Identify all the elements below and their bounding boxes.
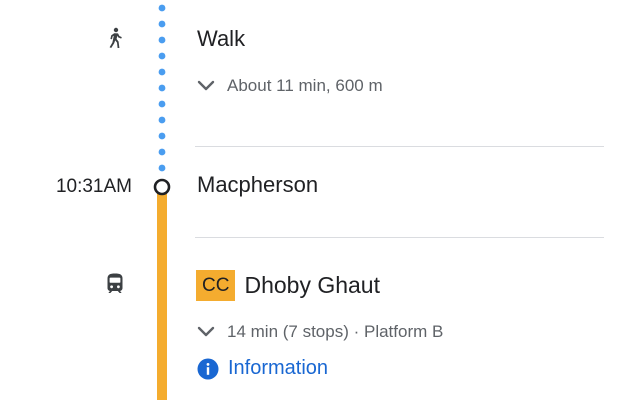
station-name[interactable]: Macpherson xyxy=(197,172,318,198)
divider xyxy=(195,146,604,147)
chevron-down-icon xyxy=(196,78,216,94)
stop-time: 10:31AM xyxy=(55,176,132,197)
stop-marker xyxy=(153,178,171,196)
information-label: Information xyxy=(228,357,329,379)
transit-detail-text: 14 min (7 stops) · Platform B xyxy=(227,322,444,341)
line-badge: CC xyxy=(196,270,236,301)
transit-line-bar xyxy=(157,192,167,400)
information-link[interactable]: Information xyxy=(197,357,328,380)
walk-icon xyxy=(106,27,124,49)
walk-dotted-line xyxy=(158,4,166,172)
walk-details-toggle[interactable]: About 11 min, 600 m xyxy=(196,76,383,96)
train-icon xyxy=(105,272,125,294)
transit-details-toggle[interactable]: 14 min (7 stops) · Platform B xyxy=(196,322,443,342)
directions-panel: Walk About 11 min, 600 m 10:31AM Macpher… xyxy=(0,0,640,400)
chevron-down-icon xyxy=(196,324,216,340)
walk-detail-text: About 11 min, 600 m xyxy=(227,76,383,95)
line-destination: Dhoby Ghaut xyxy=(244,272,380,298)
divider xyxy=(195,237,604,238)
info-icon xyxy=(197,358,219,380)
transit-line-button[interactable]: CC Dhoby Ghaut xyxy=(196,270,380,301)
walk-title: Walk xyxy=(197,26,246,51)
